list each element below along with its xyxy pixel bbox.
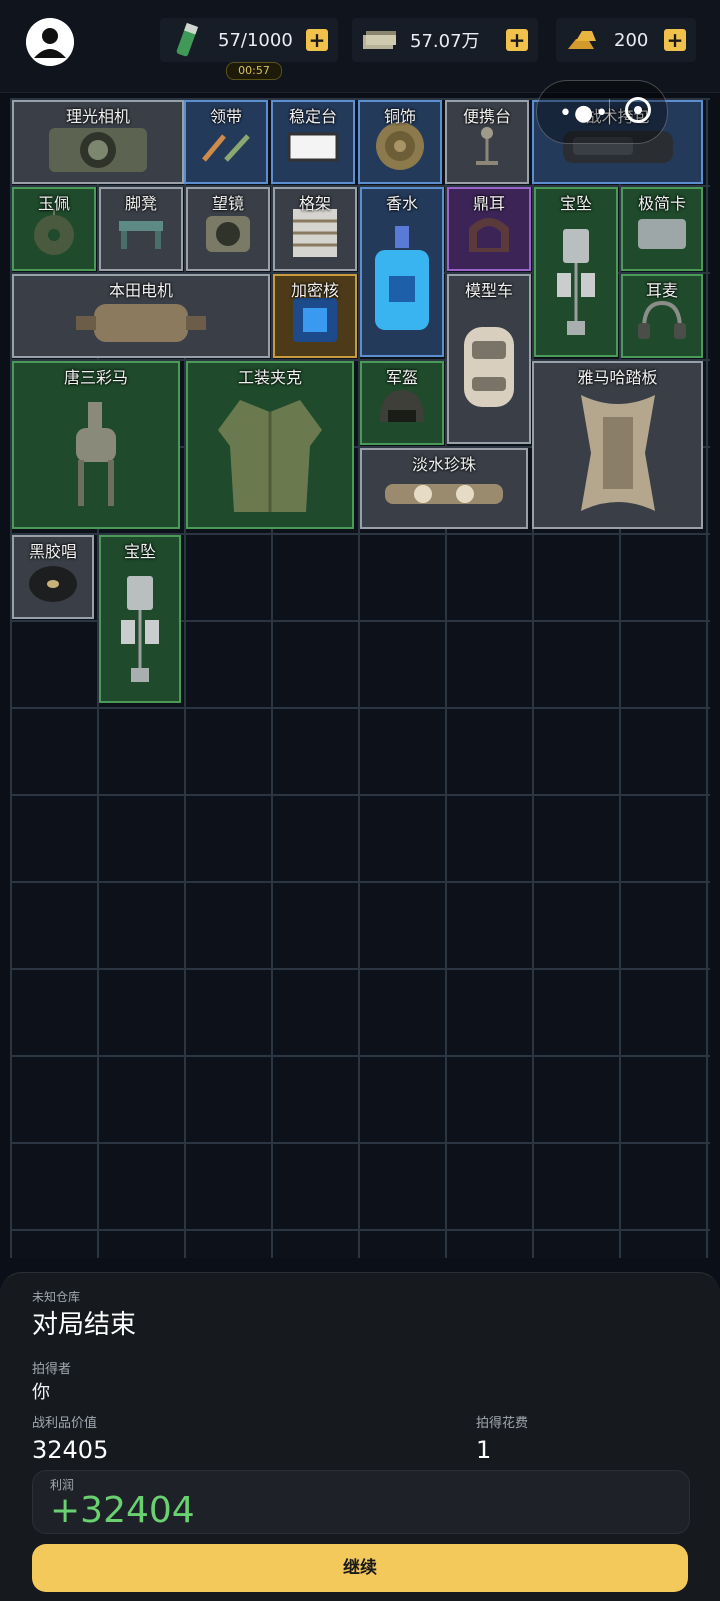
item-slot[interactable]: 稳定台 bbox=[271, 100, 355, 184]
item-name: 加密核 bbox=[290, 281, 339, 300]
item-name: 理光相机 bbox=[65, 107, 130, 126]
helmet-icon bbox=[374, 384, 430, 430]
item-name: 玉佩 bbox=[37, 194, 70, 213]
item-name: 鼎耳 bbox=[472, 194, 505, 213]
perfume-icon bbox=[367, 220, 437, 340]
item-slot[interactable]: 便携台 bbox=[445, 100, 529, 184]
item-slot[interactable]: 军盔 bbox=[360, 361, 444, 445]
profit-value: +32404 bbox=[50, 1490, 195, 1531]
pearl-necklace-icon bbox=[379, 472, 509, 512]
cash-stack-icon bbox=[358, 19, 400, 61]
item-slot[interactable]: 玉佩 bbox=[12, 187, 96, 271]
winner-label: 拍得者 bbox=[32, 1362, 72, 1377]
close-target-icon[interactable] bbox=[625, 97, 651, 123]
item-slot[interactable]: 工装夹克 bbox=[186, 361, 354, 529]
item-slot[interactable]: 理光相机 bbox=[12, 100, 184, 184]
item-name: 脚凳 bbox=[124, 194, 157, 213]
item-slot[interactable]: 领带 bbox=[184, 100, 268, 184]
item-slot[interactable]: 宝坠 bbox=[534, 187, 618, 357]
countdown-timer: 00:57 bbox=[226, 62, 282, 80]
inventory-grid: 理光相机 领带 稳定台 铜饰 便携台 战术挎包 玉佩 脚凳 望镜 格架 香水 鼎… bbox=[10, 98, 710, 1258]
item-slot[interactable]: 望镜 bbox=[186, 187, 270, 271]
gold-resource: 200 + bbox=[556, 18, 696, 62]
game-status-title: 对局结束 bbox=[32, 1310, 137, 1340]
item-name: 望镜 bbox=[211, 194, 244, 213]
item-name: 雅马哈踏板 bbox=[577, 368, 658, 387]
energy-drink-icon bbox=[166, 19, 208, 61]
footstool-icon bbox=[111, 213, 171, 253]
pendant-icon bbox=[115, 562, 165, 692]
horse-statue-icon bbox=[56, 388, 136, 518]
capsule-divider bbox=[609, 99, 610, 125]
pendant-icon bbox=[551, 215, 601, 345]
loot-value-label: 战利品价值 bbox=[32, 1416, 98, 1431]
item-slot[interactable]: 雅马哈踏板 bbox=[532, 361, 703, 529]
item-slot[interactable]: 唐三彩马 bbox=[12, 361, 180, 529]
item-name: 便携台 bbox=[462, 107, 511, 126]
item-name: 格架 bbox=[298, 194, 331, 213]
vinyl-record-icon bbox=[25, 556, 81, 606]
add-money-button[interactable]: + bbox=[506, 29, 528, 51]
item-name: 黑胶唱 bbox=[28, 542, 77, 561]
more-icon[interactable]: •●• bbox=[559, 101, 610, 126]
item-slot[interactable]: 香水 bbox=[360, 187, 444, 357]
item-name: 稳定台 bbox=[288, 107, 337, 126]
item-slot[interactable]: 黑胶唱 bbox=[12, 535, 94, 619]
warehouse-label: 未知仓库 bbox=[32, 1290, 81, 1304]
item-name: 铜饰 bbox=[383, 107, 416, 126]
item-name: 香水 bbox=[385, 194, 418, 213]
item-slot[interactable]: 耳麦 bbox=[621, 274, 703, 358]
item-name: 唐三彩马 bbox=[63, 368, 128, 387]
item-name: 工装夹克 bbox=[237, 368, 302, 387]
loot-value: 32405 bbox=[32, 1436, 109, 1464]
jacket-icon bbox=[210, 388, 330, 518]
item-name: 极简卡 bbox=[637, 194, 686, 213]
avatar[interactable] bbox=[26, 18, 74, 66]
item-slot[interactable]: 淡水珍珠 bbox=[360, 448, 528, 529]
item-name: 耳麦 bbox=[645, 281, 678, 300]
user-icon bbox=[26, 18, 74, 66]
money-value: 57.07万 bbox=[410, 31, 480, 52]
model-car-icon bbox=[454, 317, 524, 417]
gold-value: 200 bbox=[614, 29, 649, 51]
stabilizer-icon bbox=[283, 126, 343, 166]
item-name: 军盔 bbox=[385, 368, 418, 387]
item-slot[interactable]: 鼎耳 bbox=[447, 187, 531, 271]
headset-icon bbox=[634, 295, 690, 345]
add-gold-button[interactable]: + bbox=[664, 29, 686, 51]
money-resource: 57.07万 + bbox=[352, 18, 538, 62]
add-energy-button[interactable]: + bbox=[306, 29, 328, 51]
cauldron-ear-icon bbox=[459, 208, 519, 258]
telescope-icon bbox=[200, 208, 256, 258]
item-slot[interactable]: 脚凳 bbox=[99, 187, 183, 271]
item-slot[interactable]: 加密核 bbox=[273, 274, 357, 358]
item-slot[interactable]: 铜饰 bbox=[358, 100, 442, 184]
pedal-board-icon bbox=[573, 383, 663, 523]
item-slot[interactable]: 格架 bbox=[273, 187, 357, 271]
cost-value: 1 bbox=[476, 1436, 492, 1464]
item-slot[interactable]: 极简卡 bbox=[621, 187, 703, 271]
winner-value: 你 bbox=[32, 1382, 50, 1403]
gold-bars-icon bbox=[562, 19, 604, 61]
item-name: 宝坠 bbox=[123, 542, 156, 561]
cost-label: 拍得花费 bbox=[476, 1416, 529, 1431]
item-slot[interactable]: 宝坠 bbox=[99, 535, 181, 703]
energy-value: 57/1000 bbox=[218, 29, 293, 51]
continue-button[interactable]: 继续 bbox=[32, 1544, 688, 1592]
item-name: 模型车 bbox=[464, 281, 513, 300]
item-name: 宝坠 bbox=[559, 194, 592, 213]
item-name: 领带 bbox=[209, 107, 242, 126]
tie-icon bbox=[196, 126, 256, 166]
portable-stand-icon bbox=[462, 121, 512, 171]
item-slot[interactable]: 本田电机 bbox=[12, 274, 270, 358]
item-name: 本田电机 bbox=[108, 281, 173, 300]
item-name: 淡水珍珠 bbox=[411, 455, 476, 474]
miniprogram-capsule: •●• bbox=[536, 80, 668, 144]
item-slot[interactable]: 模型车 bbox=[447, 274, 531, 444]
card-holder-icon bbox=[634, 213, 690, 253]
energy-resource: 57/1000 + bbox=[160, 18, 338, 62]
